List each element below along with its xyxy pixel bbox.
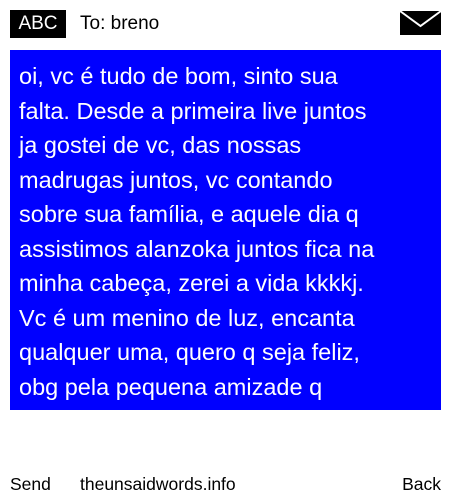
site-label: theunsaidwords.info [80,474,236,494]
message-body[interactable]: oi, vc é tudo de bom, sinto sua falta. D… [10,50,441,410]
message-text: oi, vc é tudo de bom, sinto sua falta. D… [19,63,375,400]
back-button[interactable]: Back [402,468,441,500]
recipient-field[interactable]: To: breno [80,10,159,38]
message-header: ABC To: breno [0,0,450,46]
send-button[interactable]: Send [10,468,51,500]
softkey-bar: Send theunsaidwords.info Back [0,468,450,500]
envelope-icon [399,10,442,36]
input-mode-indicator[interactable]: ABC [10,10,66,38]
